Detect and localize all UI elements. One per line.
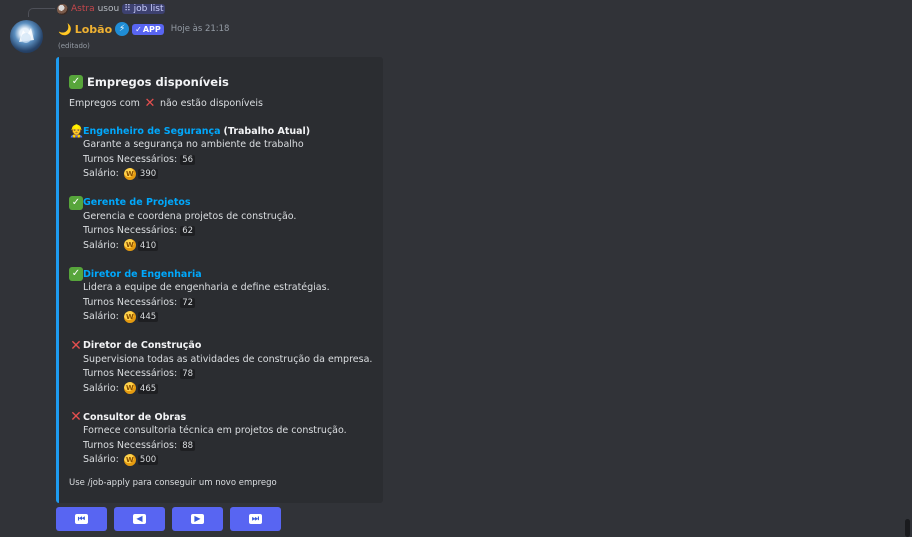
embed-description: Empregos com ✕ não estão disponíveis	[69, 95, 373, 111]
turns-label: Turnos Necessários:	[83, 368, 178, 379]
job-turns: Turnos Necessários: 56	[69, 153, 373, 168]
job-salary: Salário: W 390	[69, 167, 373, 182]
previous-page-button[interactable]: ◀	[114, 507, 165, 531]
job-turns: Turnos Necessários: 78	[69, 367, 373, 382]
pagination-buttons: ⏮ ◀ ▶ ⏭	[56, 507, 281, 531]
turns-value: 78	[180, 369, 196, 379]
job-salary: Salário: W 465	[69, 382, 373, 397]
job-item: 👷 Engenheiro de Segurança (Trabalho Atua…	[69, 124, 373, 182]
job-header: ✓ Diretor de Engenharia	[69, 267, 373, 281]
salary-value: 410	[137, 240, 159, 251]
turns-label: Turnos Necessários:	[83, 225, 178, 236]
reply-connector	[28, 8, 55, 17]
salary-value: 390	[137, 169, 159, 179]
lightning-badge-icon: ⚡	[115, 22, 130, 36]
salary-value: 465	[137, 383, 159, 394]
job-description: Fornece consultoria técnica em projetos …	[83, 425, 347, 436]
check-icon: ✓	[69, 267, 83, 281]
coin-icon: W	[123, 167, 136, 180]
last-page-icon: ⏭	[249, 514, 262, 524]
job-name-link[interactable]: Engenheiro de Segurança	[83, 126, 221, 137]
edited-label: (editado)	[58, 42, 90, 50]
coin-icon: W	[123, 453, 136, 466]
job-name-link[interactable]: Gerente de Projetos	[83, 197, 191, 208]
cross-icon: ✕	[70, 337, 82, 354]
embed-title: ✓ Empregos disponíveis	[69, 72, 373, 92]
next-page-button[interactable]: ▶	[172, 507, 223, 531]
salary-label: Salário:	[83, 454, 119, 465]
salary-label: Salário:	[83, 168, 119, 179]
salary-label: Salário:	[83, 239, 119, 251]
salary-label: Salário:	[83, 311, 119, 322]
job-description: Gerencia e coordena projetos de construç…	[83, 210, 297, 222]
job-header: ✕ Consultor de Obras	[69, 409, 373, 425]
embed-title-text: Empregos disponíveis	[87, 75, 229, 89]
worker-icon: 👷	[69, 124, 84, 138]
turns-value: 88	[180, 440, 196, 451]
embed: ✓ Empregos disponíveis Empregos com ✕ nã…	[56, 57, 383, 503]
salary-value: 500	[137, 455, 159, 465]
previous-page-icon: ◀	[133, 514, 146, 524]
job-description: Lidera a equipe de engenharia e define e…	[83, 282, 330, 293]
turns-label: Turnos Necessários:	[83, 439, 178, 451]
job-item: ✓ Diretor de Engenharia Lidera a equipe …	[69, 267, 373, 325]
scrollbar[interactable]	[905, 519, 910, 537]
job-name-link[interactable]: Diretor de Engenharia	[83, 269, 202, 280]
next-page-icon: ▶	[191, 514, 204, 524]
app-tag-label: APP	[142, 24, 161, 34]
reply-author[interactable]: Astra	[71, 4, 95, 14]
description-prefix: Empregos com	[69, 97, 140, 109]
job-turns: Turnos Necessários: 88	[69, 439, 373, 454]
avatar[interactable]	[10, 20, 43, 53]
job-description: Supervisiona todas as atividades de cons…	[83, 353, 373, 365]
wolf-avatar-icon	[19, 28, 34, 43]
embed-footer: Use /job-apply para conseguir um novo em…	[69, 477, 277, 488]
cross-icon: ✕	[70, 409, 82, 425]
job-item: ✕ Diretor de Construção Supervisiona tod…	[69, 337, 373, 397]
turns-value: 72	[180, 297, 196, 308]
job-item: ✓ Gerente de Projetos Gerencia e coorden…	[69, 195, 373, 254]
salary-value: 445	[137, 312, 159, 322]
checkmark-icon: ✓	[135, 24, 142, 34]
job-name: Diretor de Construção	[83, 340, 202, 351]
timestamp[interactable]: Hoje às 21:18	[171, 24, 230, 34]
first-page-button[interactable]: ⏮	[56, 507, 107, 531]
slash-command-name: job list	[133, 4, 164, 14]
job-header: 👷 Engenheiro de Segurança (Trabalho Atua…	[69, 124, 373, 138]
coin-icon: W	[123, 382, 136, 394]
description-suffix: não estão disponíveis	[159, 97, 263, 109]
reply-avatar[interactable]	[57, 3, 68, 15]
cross-icon: ✕	[144, 95, 156, 111]
coin-icon: W	[123, 239, 136, 251]
check-icon: ✓	[69, 75, 83, 89]
reply-verb: usou	[97, 4, 120, 14]
turns-label: Turnos Necessários:	[83, 153, 178, 165]
job-header: ✕ Diretor de Construção	[69, 337, 373, 354]
slash-command[interactable]: ⠿ job list	[122, 4, 166, 14]
job-salary: Salário: W 410	[69, 239, 373, 254]
coin-icon: W	[123, 310, 136, 323]
first-page-icon: ⏮	[75, 514, 88, 524]
message-header: 🌙 Lobão ⚡ ✓ APP Hoje às 21:18	[58, 21, 229, 37]
slash-command-icon: ⠿	[124, 4, 131, 14]
turns-value: 62	[180, 226, 196, 236]
reply-preview[interactable]: Astra usou ⠿ job list	[57, 2, 166, 16]
job-name: Consultor de Obras	[83, 411, 187, 423]
salary-label: Salário:	[83, 382, 119, 394]
current-job-label: (Trabalho Atual)	[223, 125, 311, 137]
turns-label: Turnos Necessários:	[83, 296, 178, 308]
check-icon: ✓	[69, 195, 83, 210]
job-salary: Salário: W 445	[69, 310, 373, 325]
app-tag: ✓ APP	[132, 23, 164, 35]
last-page-button[interactable]: ⏭	[230, 507, 281, 531]
turns-value: 56	[180, 154, 196, 165]
job-salary: Salário: W 500	[69, 453, 373, 468]
moon-icon: 🌙	[58, 22, 72, 36]
job-item: ✕ Consultor de Obras Fornece consultoria…	[69, 409, 373, 468]
job-description: Garante a segurança no ambiente de traba…	[83, 139, 304, 150]
job-header: ✓ Gerente de Projetos	[69, 195, 373, 210]
username[interactable]: Lobão	[75, 23, 112, 36]
job-turns: Turnos Necessários: 72	[69, 296, 373, 311]
job-turns: Turnos Necessários: 62	[69, 224, 373, 239]
